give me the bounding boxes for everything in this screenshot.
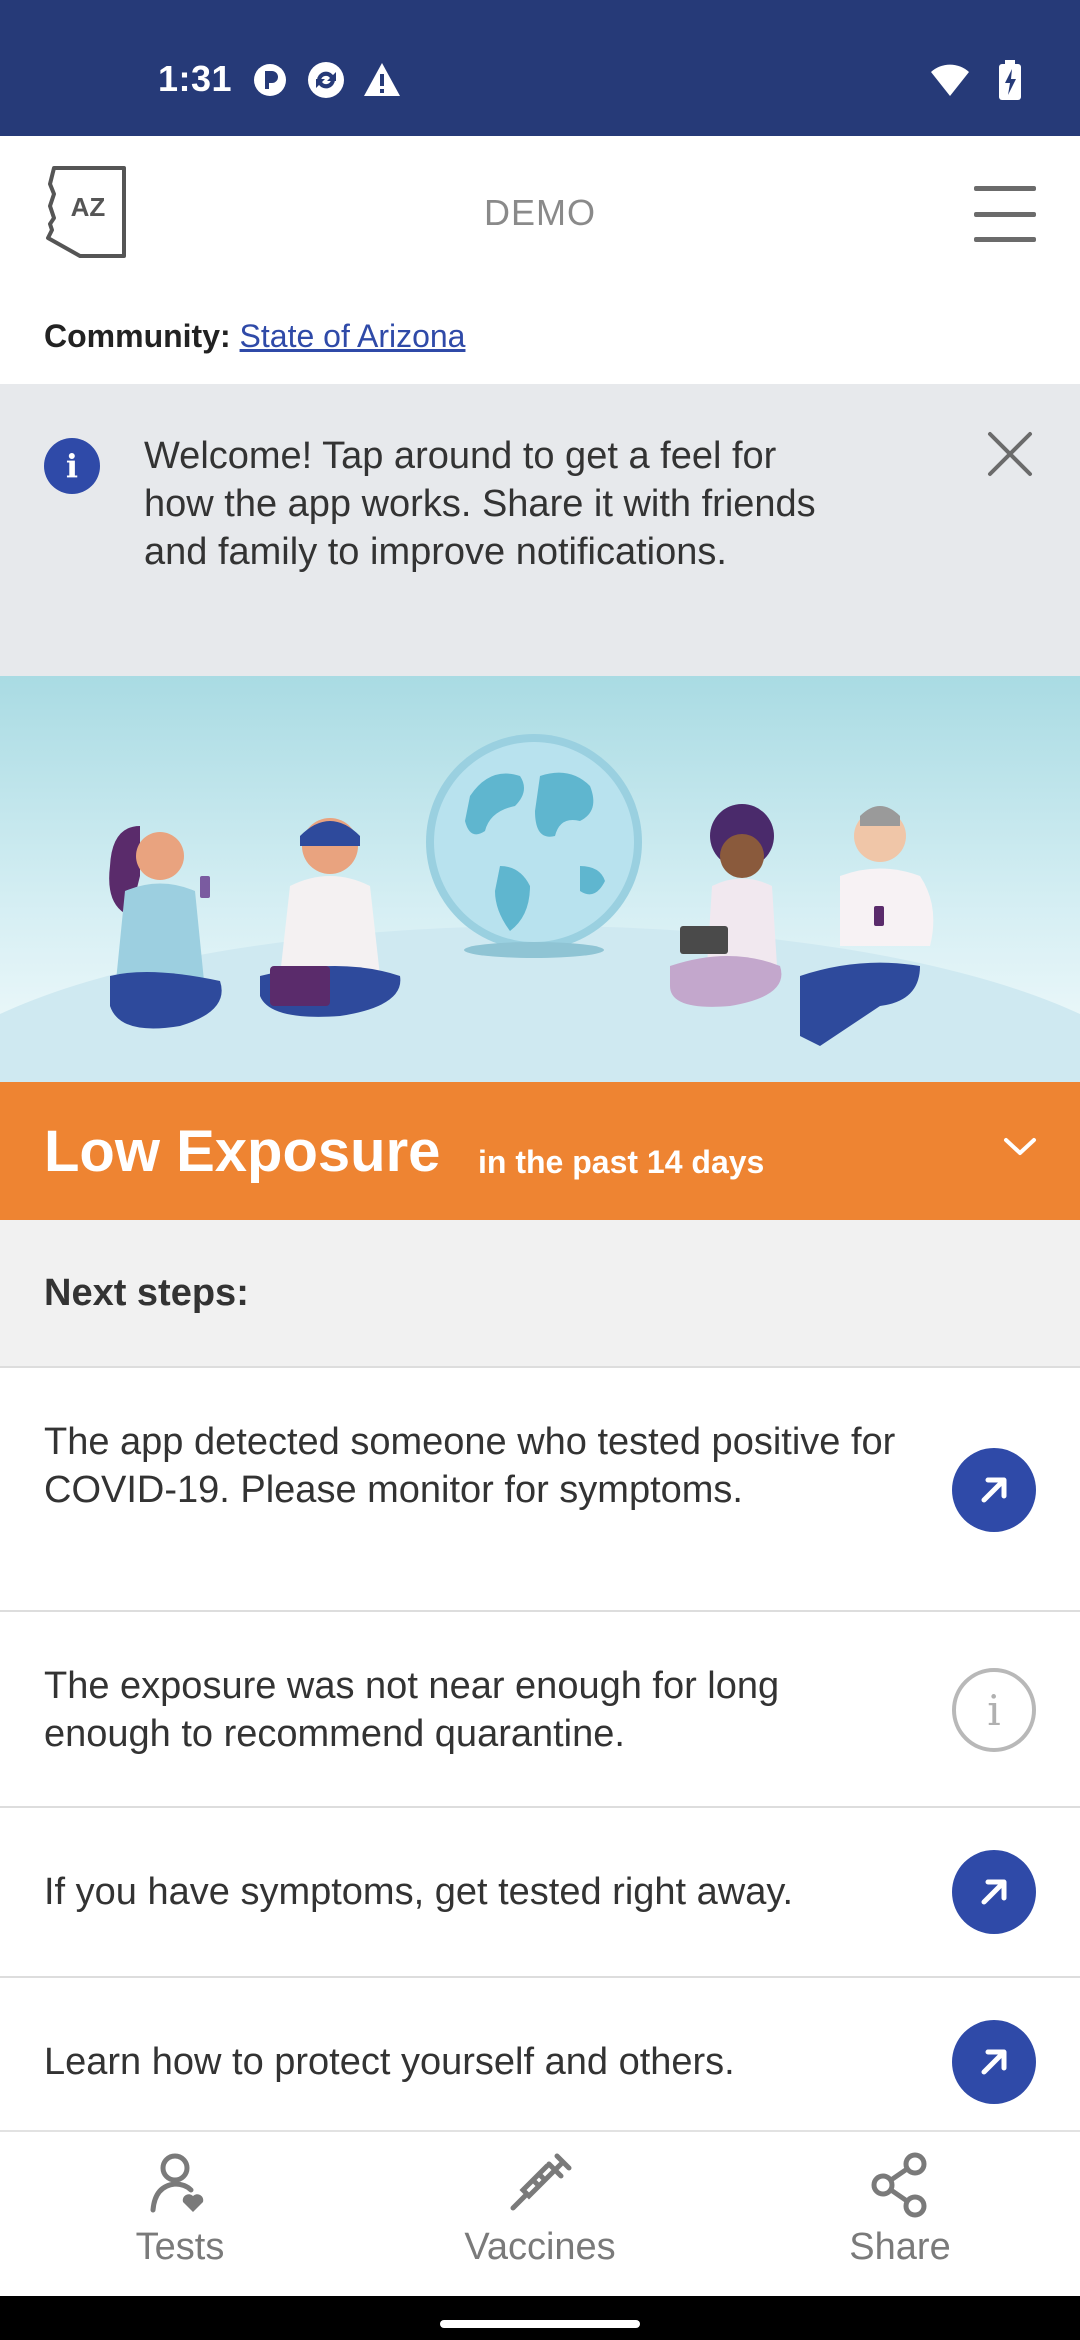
community-link[interactable]: State of Arizona	[240, 318, 466, 354]
exposure-status-bar[interactable]: Low Exposure in the past 14 days	[0, 1082, 1080, 1220]
community-row: Community: State of Arizona	[44, 318, 465, 355]
community-label: Community:	[44, 318, 231, 354]
info-icon: i	[44, 438, 100, 494]
chevron-down-icon[interactable]	[1000, 1126, 1040, 1166]
next-step-item[interactable]: Learn how to protect yourself and others…	[0, 1978, 1080, 2130]
nav-tab-share[interactable]: Share	[790, 2150, 1010, 2269]
status-time: 1:31	[158, 58, 233, 99]
warning-icon	[362, 60, 402, 100]
nav-label-tests: Tests	[135, 2226, 225, 2268]
sync-icon	[306, 60, 346, 100]
next-steps-header: Next steps:	[0, 1220, 1080, 1368]
next-step-item[interactable]: The app detected someone who tested posi…	[0, 1368, 1080, 1612]
step-text: The exposure was not near enough for lon…	[44, 1665, 780, 1755]
status-icons-left	[250, 60, 402, 100]
globe-illustration	[426, 734, 642, 958]
person-illustration-1	[109, 826, 222, 1029]
close-icon[interactable]	[980, 424, 1040, 484]
person-illustration-3	[670, 804, 782, 1007]
person-heart-icon	[145, 2150, 215, 2220]
status-icons-right	[930, 60, 1030, 100]
welcome-text: Welcome! Tap around to get a feel for ho…	[144, 435, 816, 573]
status-bar: 1:31	[0, 0, 1080, 136]
external-link-arrow-icon[interactable]	[952, 1448, 1036, 1532]
bottom-navigation: Tests Vaccines Share	[0, 2130, 1080, 2296]
exposure-subtitle: in the past 14 days	[478, 1144, 765, 1180]
app-header: AZ DEMO	[0, 136, 1080, 296]
step-text: Learn how to protect yourself and others…	[44, 2041, 735, 2083]
syringe-icon	[505, 2150, 575, 2220]
info-outline-icon[interactable]: i	[952, 1668, 1036, 1752]
next-steps-label: Next steps:	[44, 1272, 249, 1314]
home-indicator[interactable]	[440, 2320, 640, 2328]
nav-tab-tests[interactable]: Tests	[70, 2150, 290, 2269]
external-link-arrow-icon[interactable]	[952, 1850, 1036, 1934]
person-illustration-2	[260, 818, 401, 1017]
hero-illustration	[0, 676, 1080, 1082]
step-text: If you have symptoms, get tested right a…	[44, 1871, 794, 1913]
notification-p-icon	[250, 60, 290, 100]
hamburger-menu-icon[interactable]	[974, 186, 1036, 242]
nav-tab-vaccines[interactable]: Vaccines	[430, 2150, 650, 2269]
page-title: DEMO	[484, 192, 596, 233]
battery-charging-icon	[990, 60, 1030, 100]
exposure-title: Low Exposure	[44, 1119, 441, 1184]
nav-label-vaccines: Vaccines	[464, 2226, 616, 2268]
wifi-icon	[930, 60, 970, 100]
system-navigation-bar	[0, 2296, 1080, 2340]
external-link-arrow-icon[interactable]	[952, 2020, 1036, 2104]
welcome-banner: i Welcome! Tap around to get a feel for …	[0, 384, 1080, 676]
nav-label-share: Share	[849, 2226, 951, 2268]
step-text: The app detected someone who tested posi…	[44, 1421, 896, 1511]
next-step-item[interactable]: The exposure was not near enough for lon…	[0, 1612, 1080, 1808]
next-step-item[interactable]: If you have symptoms, get tested right a…	[0, 1808, 1080, 1978]
share-icon	[865, 2150, 935, 2220]
